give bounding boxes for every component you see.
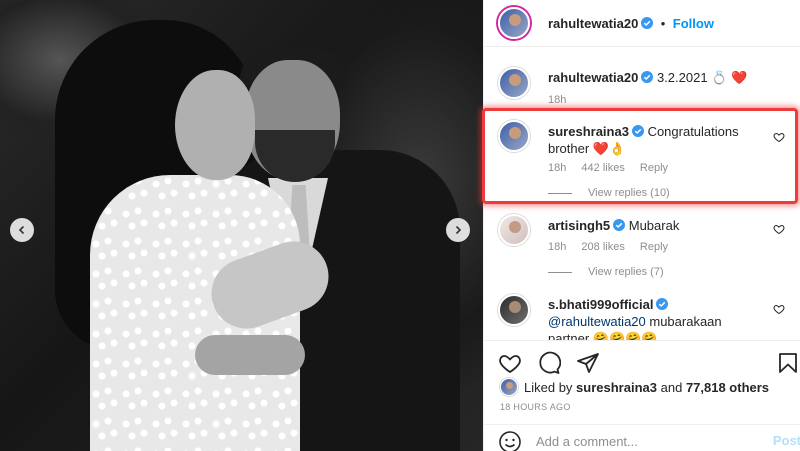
view-replies-button[interactable]: View replies (10) (548, 187, 670, 199)
view-replies-label: View replies (7) (588, 266, 664, 278)
comment-text-block: sureshraina3 Congratulations brother ❤️👌 (548, 123, 758, 157)
reply-button[interactable]: Reply (640, 241, 668, 253)
liked-by-line: Liked by sureshraina3 and 77,818 others (500, 378, 769, 396)
comment-text-block: artisingh5 Mubarak (548, 217, 679, 234)
comment-text-block: s.bhati999official @rahultewatia20 mubar… (548, 296, 758, 340)
like-comment-heart-icon[interactable] (773, 131, 785, 143)
liked-by-user[interactable]: sureshraina3 (576, 380, 657, 395)
liker-avatar[interactable] (500, 378, 518, 396)
caption-age: 18h (548, 94, 567, 106)
post-sidebar: rahultewatia20 • Follow rahultewatia20 3… (483, 0, 800, 451)
comment-likes[interactable]: 442 likes (581, 162, 624, 174)
verified-badge-icon (631, 125, 644, 137)
caption-text: 3.2.2021 💍 ❤️ (656, 70, 748, 85)
commenter-avatar[interactable] (498, 214, 530, 246)
comment-age: 18h (548, 162, 567, 174)
emoji-icon[interactable] (498, 430, 522, 451)
caption: rahultewatia20 3.2.2021 💍 ❤️ 18h (484, 60, 800, 110)
chevron-left-icon (18, 225, 25, 235)
reply-button[interactable]: Reply (640, 162, 668, 174)
comment-username[interactable]: s.bhati999official (548, 297, 653, 312)
photo-woman-face (175, 70, 255, 180)
like-comment-heart-icon[interactable] (773, 303, 785, 315)
comment-item: artisingh5 Mubarak 18h 208 likes Reply V… (484, 210, 800, 286)
liked-by-prefix: Liked by (524, 379, 573, 395)
comment-item: sureshraina3 Congratulations brother ❤️👌… (484, 114, 800, 204)
comment-username[interactable]: sureshraina3 (548, 124, 629, 139)
caption-text-line: rahultewatia20 3.2.2021 💍 ❤️ (548, 69, 747, 86)
like-comment-heart-icon[interactable] (773, 223, 785, 235)
commenter-avatar[interactable] (498, 294, 530, 326)
photo-hand (195, 335, 305, 375)
liked-by-count[interactable]: 77,818 others (686, 380, 769, 395)
post-actions (484, 340, 800, 380)
previous-photo-button[interactable] (10, 218, 34, 242)
view-replies-label: View replies (10) (588, 187, 670, 199)
comment-meta: 18h 442 likes Reply (548, 162, 680, 174)
liked-by-middle: and (660, 379, 683, 395)
verified-badge-icon (656, 298, 669, 310)
author-username[interactable]: rahultewatia20 (548, 16, 638, 31)
comment-username[interactable]: artisingh5 (548, 218, 610, 233)
post-photo (0, 0, 483, 451)
author-avatar[interactable] (498, 7, 530, 39)
chevron-right-icon (455, 225, 462, 235)
like-heart-icon[interactable] (498, 351, 522, 375)
separator-dot: • (660, 16, 666, 31)
verified-badge-icon (641, 71, 654, 83)
post-comment-button[interactable]: Post (773, 433, 800, 448)
verified-badge-icon (641, 17, 654, 29)
next-photo-button[interactable] (446, 218, 470, 242)
follow-button[interactable]: Follow (673, 16, 714, 31)
comment-item: s.bhati999official @rahultewatia20 mubar… (484, 290, 800, 340)
caption-avatar[interactable] (498, 67, 530, 99)
replies-line (548, 271, 572, 273)
post-timestamp[interactable]: 18 HOURS AGO (500, 402, 571, 412)
comment-text: Mubarak (628, 218, 680, 233)
save-bookmark-icon[interactable] (776, 351, 800, 375)
comment-likes[interactable]: 208 likes (581, 241, 624, 253)
replies-line (548, 192, 572, 194)
mention-link[interactable]: @rahultewatia20 (548, 314, 646, 329)
view-replies-button[interactable]: View replies (7) (548, 266, 664, 278)
comment-bubble-icon[interactable] (537, 351, 561, 375)
caption-username[interactable]: rahultewatia20 (548, 70, 638, 85)
caption-meta: 18h (548, 94, 578, 106)
comment-age: 18h (548, 241, 567, 253)
comment-meta: 18h 208 likes Reply (548, 241, 680, 253)
commenter-avatar[interactable] (498, 120, 530, 152)
post-header: rahultewatia20 • Follow (484, 0, 800, 47)
share-paper-plane-icon[interactable] (576, 351, 600, 375)
verified-badge-icon (613, 219, 626, 231)
add-comment-bar: Post (484, 424, 800, 451)
add-comment-input[interactable] (536, 431, 756, 451)
header-line: rahultewatia20 • Follow (548, 15, 714, 33)
